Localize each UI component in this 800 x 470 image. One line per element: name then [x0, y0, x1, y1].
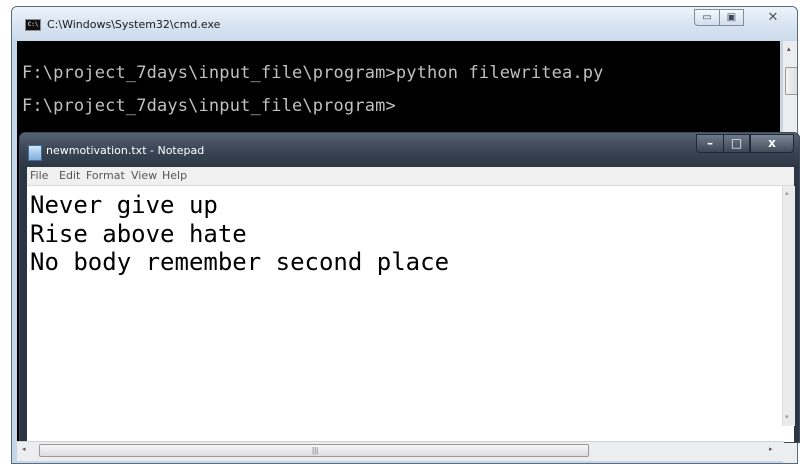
cmd-close-button[interactable]: ✕	[757, 9, 789, 26]
cmd-icon: C:\	[25, 19, 41, 31]
scroll-right-arrow-icon[interactable]: ▸	[769, 445, 773, 453]
menu-format[interactable]: Format	[86, 169, 125, 182]
cmd-maximize-button[interactable]: ▣	[719, 9, 744, 26]
cmd-horizontal-scrollbar[interactable]: ◂ ||| ▸	[17, 441, 784, 461]
menu-help[interactable]: Help	[162, 169, 187, 182]
console-line: F:\project_7days\input_file\program>pyth…	[22, 63, 604, 83]
notepad-minimize-button[interactable]: –	[696, 134, 724, 153]
text-line: Never give up	[30, 191, 218, 219]
notepad-icon	[28, 145, 42, 161]
scroll-down-arrow-icon[interactable]: ▾	[785, 413, 789, 421]
cmd-horizontal-scroll-thumb[interactable]: |||	[39, 444, 589, 457]
scroll-up-arrow-icon[interactable]: ▴	[787, 45, 791, 53]
notepad-client: File Edit Format View Help Never give up…	[27, 167, 795, 442]
menu-view[interactable]: View	[131, 169, 157, 182]
text-line: Rise above hate	[30, 219, 247, 248]
menu-file[interactable]: File	[30, 169, 48, 182]
text-line: No body remember second place	[30, 248, 450, 276]
console-line: F:\project_7days\input_file\program>	[22, 96, 396, 116]
cmd-minimize-button[interactable]: ▭	[694, 9, 720, 26]
menu-edit[interactable]: Edit	[59, 169, 80, 182]
notepad-window[interactable]: newmotivation.txt - Notepad – □ x File E…	[19, 132, 800, 443]
scroll-grip-icon: |||	[312, 446, 319, 455]
notepad-vertical-scrollbar[interactable]: ▴ ▾	[782, 186, 795, 426]
cmd-vertical-scroll-thumb[interactable]	[785, 67, 797, 95]
notepad-close-button[interactable]: x	[750, 134, 794, 153]
notepad-maximize-button[interactable]: □	[723, 134, 750, 153]
cmd-title: C:\Windows\System32\cmd.exe	[47, 18, 221, 31]
cmd-titlebar[interactable]: C:\ C:\Windows\System32\cmd.exe ▭ ▣ ✕	[12, 7, 797, 41]
notepad-text-area[interactable]: Never give up Rise above hate No body re…	[30, 191, 449, 277]
notepad-titlebar[interactable]: newmotivation.txt - Notepad – □ x	[20, 133, 799, 167]
scroll-up-arrow-icon[interactable]: ▴	[785, 189, 789, 197]
scroll-left-arrow-icon[interactable]: ◂	[22, 445, 26, 453]
notepad-title: newmotivation.txt - Notepad	[46, 144, 205, 157]
notepad-menubar: File Edit Format View Help	[27, 167, 794, 186]
